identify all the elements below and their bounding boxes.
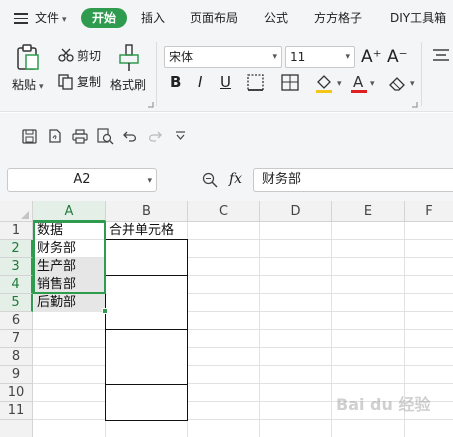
redo-icon[interactable] [147,129,162,143]
chevron-down-icon: ▾ [345,52,350,62]
column-header-f[interactable]: F [405,201,453,222]
gridline [33,419,453,420]
row-header-2[interactable]: 2 [0,240,33,258]
font-color-swatch [351,90,367,93]
row-header-10[interactable]: 10 [0,384,33,402]
row-header-11[interactable]: 11 [0,402,33,420]
chevron-down-icon: ▾ [62,15,67,25]
customize-toolbar-icon[interactable] [175,131,186,141]
tab-page-layout[interactable]: 页面布局 [190,9,238,27]
file-menu[interactable]: 文件 ▾ [35,9,67,29]
tab-home[interactable]: 开始 [81,8,127,28]
tab-insert[interactable]: 插入 [141,9,165,27]
row-header-4[interactable]: 4 [0,276,33,294]
font-size-select[interactable]: 11 ▾ [285,46,355,68]
watermark: Bai du 经验 [336,395,431,414]
gridline [33,329,453,330]
font-color-icon[interactable]: A [350,73,368,93]
row-header-8[interactable]: 8 [0,348,33,366]
quick-access-toolbar [0,113,453,160]
worksheet-grid: A B C D E F 1 2 3 4 5 6 7 8 9 10 11 数据 合… [0,201,453,437]
font-name-select[interactable]: 宋体 ▾ [164,46,282,68]
paste-icon[interactable] [15,44,41,72]
fill-color-icon[interactable] [314,73,334,93]
print-preview-icon[interactable] [97,128,114,145]
italic-button[interactable]: I [198,73,202,91]
name-box-value: A2 [73,172,91,187]
cell-a5[interactable]: 后勤部 [34,294,105,312]
gridline [33,347,453,348]
menu-bar: 文件 ▾ 开始 插入 页面布局 公式 方方格子 DIY工具箱 [0,0,453,36]
file-menu-label: 文件 [35,11,60,25]
fx-icon[interactable]: fx [229,171,242,187]
increase-font-button[interactable]: A⁺ [361,48,382,66]
gridline [33,365,453,366]
row-header-12[interactable] [0,420,33,437]
row-header-7[interactable]: 7 [0,330,33,348]
fill-color-swatch [316,90,332,93]
formula-input[interactable]: 财务部 [253,168,453,192]
gridline [33,383,453,384]
row-header-5[interactable]: 5 [0,294,33,312]
selection-border [33,221,106,294]
chevron-down-icon[interactable]: ▾ [370,76,375,92]
ribbon-divider [421,42,422,106]
underline-button[interactable]: U [220,73,231,91]
eraser-icon[interactable] [387,74,407,92]
fill-handle[interactable] [102,308,108,314]
undo-icon[interactable] [123,129,138,143]
copy-icon[interactable] [58,74,74,90]
chevron-down-icon: ▾ [272,52,277,62]
merged-cell[interactable] [105,239,188,276]
bold-button[interactable]: B [170,73,181,91]
cut-button[interactable]: 剪切 [77,48,101,64]
row-header-6[interactable]: 6 [0,312,33,330]
merged-cell[interactable] [105,329,188,385]
column-header-d[interactable]: D [260,201,332,222]
paste-label: 粘贴 [12,78,37,92]
column-header-a[interactable]: A [33,201,106,222]
expand-corner-icon[interactable] [411,101,418,108]
align-icon[interactable] [432,48,450,62]
expand-corner-icon[interactable] [147,101,154,108]
save-icon[interactable] [22,129,37,144]
ribbon-divider [156,42,157,106]
scissors-icon[interactable] [58,48,74,62]
merged-cell[interactable] [105,275,188,330]
row-header-9[interactable]: 9 [0,366,33,384]
format-painter-button[interactable]: 格式刷 [110,77,146,93]
export-pdf-icon[interactable] [47,128,63,144]
decrease-font-button[interactable]: A⁻ [387,48,408,66]
chevron-down-icon: ▾ [147,176,152,186]
svg-text:A: A [353,73,364,91]
column-header-c[interactable]: C [188,201,260,222]
font-size-value: 11 [290,50,306,64]
row-header-3[interactable]: 3 [0,258,33,276]
format-painter-icon[interactable] [117,44,141,72]
name-box[interactable]: A2 ▾ [7,168,157,192]
chevron-down-icon: ▾ [39,82,44,92]
formula-bar: A2 ▾ fx 财务部 [0,160,453,201]
column-header-b[interactable]: B [106,201,188,222]
spreadsheet-app: 文件 ▾ 开始 插入 页面布局 公式 方方格子 DIY工具箱 粘贴 ▾ 剪切 复制 [0,0,453,437]
font-name-value: 宋体 [169,50,194,64]
borders-icon[interactable] [247,74,264,91]
hamburger-icon[interactable] [14,13,28,24]
merged-cell[interactable] [105,384,188,421]
chevron-down-icon[interactable]: ▾ [337,76,342,92]
copy-button[interactable]: 复制 [77,74,101,90]
chevron-down-icon[interactable]: ▾ [410,76,415,92]
cell-style-icon[interactable] [281,74,299,91]
zoom-icon[interactable] [202,172,218,188]
row-header-1[interactable]: 1 [0,222,33,240]
ribbon: 粘贴 ▾ 剪切 复制 格式刷 宋体 ▾ 11 ▾ A⁺ A⁻ B I U ▾ A… [0,36,453,112]
print-icon[interactable] [72,129,88,144]
cell-b1[interactable]: 合并单元格 [106,222,187,240]
column-header-e[interactable]: E [332,201,405,222]
tab-diy-toolbox[interactable]: DIY工具箱 [390,9,446,27]
select-all-triangle-icon [21,211,29,219]
tab-formulas[interactable]: 公式 [264,9,288,27]
tab-fangfang[interactable]: 方方格子 [314,9,362,27]
paste-button[interactable]: 粘贴 ▾ [12,77,44,95]
